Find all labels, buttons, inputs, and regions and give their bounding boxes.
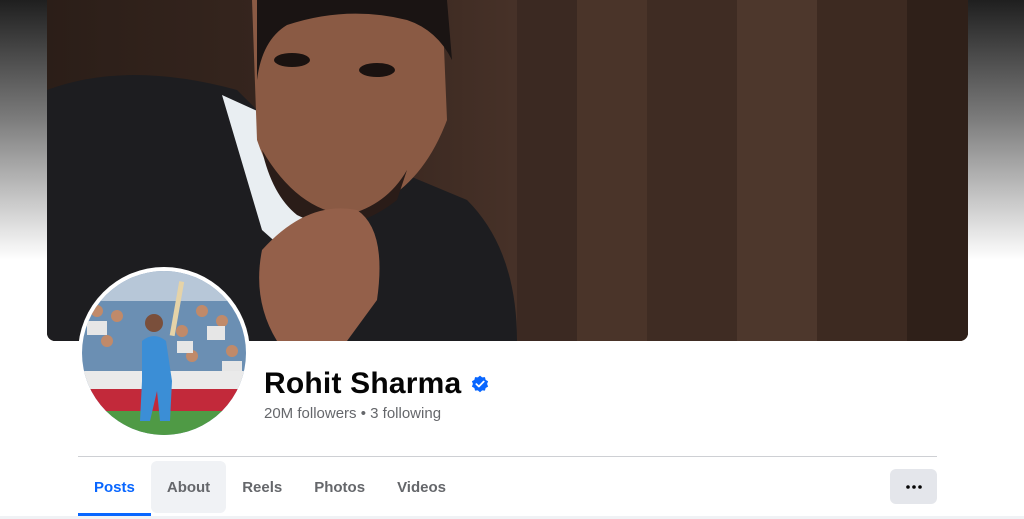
stats-separator: • — [360, 405, 366, 422]
profile-name-row: Rohit Sharma — [264, 364, 489, 404]
verified-badge-icon[interactable] — [471, 375, 489, 393]
tab-posts[interactable]: Posts — [78, 461, 151, 516]
tab-photos[interactable]: Photos — [298, 461, 381, 513]
header-divider — [78, 456, 937, 457]
tab-videos[interactable]: Videos — [381, 461, 462, 513]
followers-count[interactable]: 20M followers — [264, 405, 357, 422]
following-count[interactable]: 3 following — [370, 405, 441, 422]
more-options-button[interactable] — [890, 469, 937, 504]
follow-stats: 20M followers • 3 following — [264, 405, 441, 422]
tab-reels[interactable]: Reels — [226, 461, 298, 513]
more-options-icon — [905, 484, 922, 489]
profile-picture[interactable] — [78, 267, 250, 439]
profile-photo — [82, 271, 246, 435]
profile-name: Rohit Sharma — [264, 367, 462, 400]
tab-about[interactable]: About — [150, 461, 227, 513]
profile-tabs: Posts About Reels Photos Videos — [78, 461, 462, 516]
